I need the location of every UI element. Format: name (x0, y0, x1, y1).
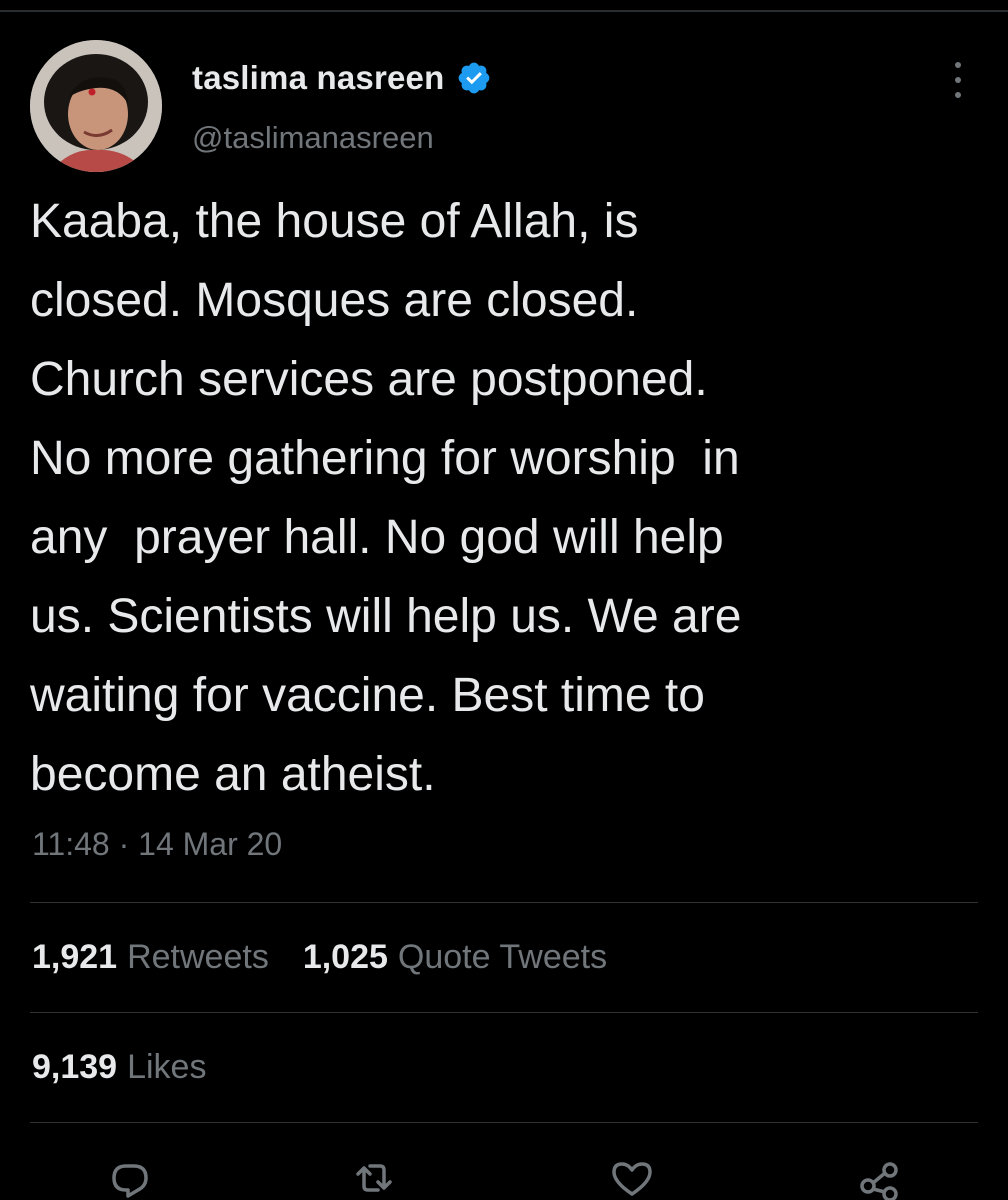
retweet-icon (356, 1164, 392, 1192)
timestamp-separator-dot: · (118, 826, 130, 862)
divider (30, 1012, 978, 1013)
more-dot-icon (955, 77, 961, 83)
reply-icon (112, 1164, 148, 1198)
action-bar (0, 1150, 1008, 1200)
retweets-label: Retweets (127, 938, 269, 976)
quote-tweets-label: Quote Tweets (397, 938, 608, 976)
likes-label: Likes (127, 1048, 207, 1086)
timestamp-separator (110, 826, 119, 863)
timestamp-row: 11:48 · 14 Mar 20 (32, 826, 282, 863)
quote-tweets-stat[interactable]: 1,025 Quote Tweets (303, 938, 607, 977)
divider (30, 1122, 978, 1123)
more-options-button[interactable] (944, 60, 972, 100)
verified-badge-icon (459, 62, 490, 94)
reply-button[interactable] (106, 1156, 154, 1200)
retweets-stat[interactable]: 1,921 Retweets (32, 938, 269, 977)
timestamp-separator (129, 826, 138, 863)
share-icon (860, 1162, 898, 1200)
like-button[interactable] (608, 1156, 656, 1200)
quote-tweets-count: 1,025 (302, 938, 388, 976)
heart-icon (612, 1162, 652, 1196)
more-dot-icon (955, 92, 961, 98)
tweet-date[interactable]: 14 Mar 20 (138, 826, 282, 863)
more-dot-icon (955, 62, 961, 68)
author-name-row[interactable]: taslima nasreen (192, 56, 492, 100)
likes-stat[interactable]: 9,139 Likes (32, 1048, 206, 1087)
avatar[interactable] (30, 40, 162, 172)
tweet-time[interactable]: 11:48 (32, 826, 110, 863)
divider (30, 902, 978, 903)
display-name[interactable]: taslima nasreen (192, 59, 444, 97)
likes-count: 9,139 (32, 1048, 118, 1086)
profile-photo (30, 40, 162, 172)
engagement-stats: 1,921 Retweets 1,025 Quote Tweets (32, 938, 607, 977)
retweet-button[interactable] (350, 1156, 398, 1200)
tweet-text: Kaaba, the house of Allah, is closed. Mo… (30, 195, 742, 801)
top-divider (0, 10, 1008, 12)
author-handle[interactable]: @taslimanasreen (192, 120, 434, 156)
share-button[interactable] (856, 1156, 904, 1200)
retweets-count: 1,921 (32, 938, 118, 976)
